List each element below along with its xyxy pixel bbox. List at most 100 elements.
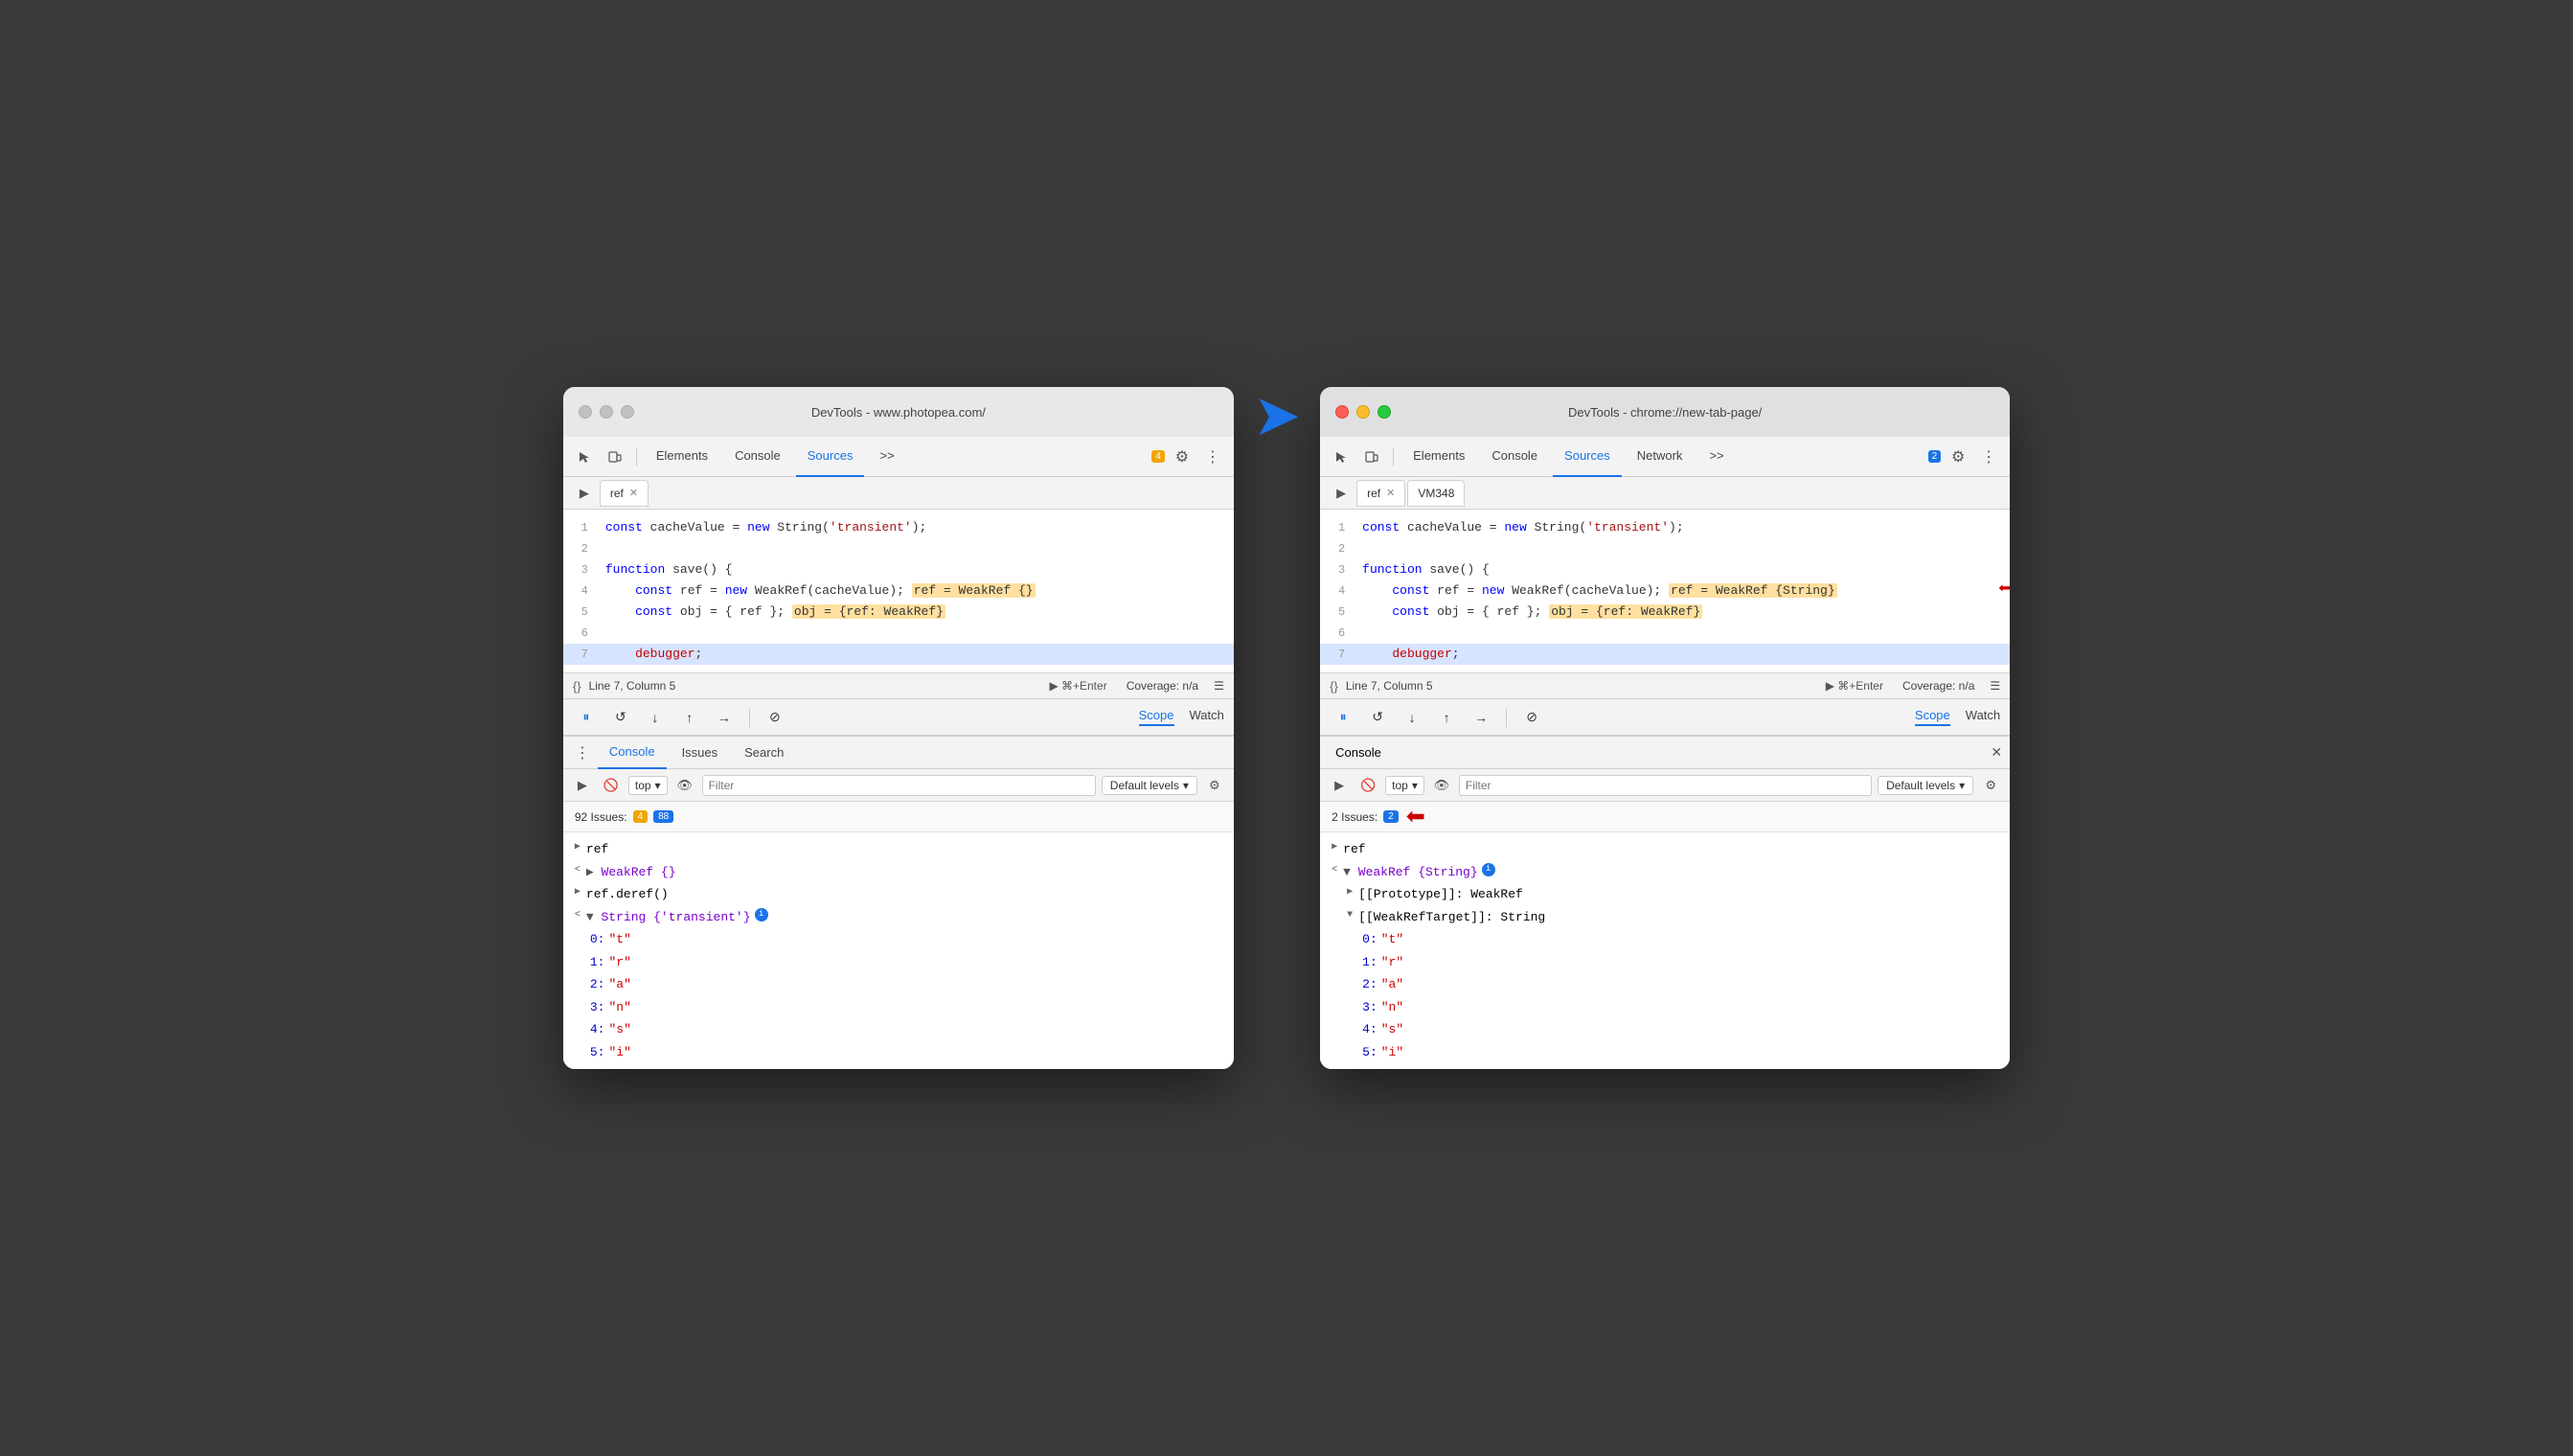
left-tab-sources[interactable]: Sources bbox=[796, 437, 865, 477]
left-deactivate-btn[interactable]: ⊘ bbox=[762, 704, 788, 731]
left-settings-icon[interactable]: ⚙ bbox=[1169, 444, 1195, 470]
left-tab-console[interactable]: Console bbox=[723, 437, 792, 477]
right-console-row-4: ▼ [[WeakRefTarget]]: String bbox=[1335, 906, 2010, 929]
left-bottom-dots[interactable]: ⋮ bbox=[571, 741, 594, 764]
right-tab-more[interactable]: >> bbox=[1697, 437, 1735, 477]
left-eye-icon[interactable]: 👁 bbox=[673, 774, 696, 797]
left-step-out-btn[interactable]: ↑ bbox=[676, 704, 703, 731]
right-settings-icon[interactable]: ⚙ bbox=[1945, 444, 1971, 470]
left-step-into-btn[interactable]: ↓ bbox=[642, 704, 669, 731]
left-cursor-icon[interactable] bbox=[571, 444, 598, 470]
right-console-run-icon[interactable]: ▶ bbox=[1328, 774, 1351, 797]
right-console-row-9: 4: "s" bbox=[1351, 1018, 2010, 1041]
right-close-button[interactable] bbox=[1335, 405, 1349, 419]
right-file-tabs: ▶ ref ✕ VM348 bbox=[1320, 477, 2010, 510]
right-watch-tab[interactable]: Watch bbox=[1966, 708, 2000, 726]
left-device-icon[interactable] bbox=[602, 444, 628, 470]
right-scope-tab[interactable]: Scope bbox=[1915, 708, 1950, 726]
right-vm348-tab[interactable]: VM348 bbox=[1407, 480, 1465, 507]
left-console-settings-icon[interactable]: ⚙ bbox=[1203, 774, 1226, 797]
left-file-tabs: ▶ ref ✕ bbox=[563, 477, 1234, 510]
left-run-coverage[interactable]: ▶ ⌘+Enter bbox=[1049, 679, 1106, 693]
left-console-row-2: < ▶ WeakRef {} bbox=[563, 861, 1234, 884]
left-console-clear-icon[interactable]: 🚫 bbox=[600, 774, 623, 797]
left-tab-more[interactable]: >> bbox=[868, 437, 905, 477]
right-tab-network[interactable]: Network bbox=[1626, 437, 1695, 477]
right-run-coverage[interactable]: ▶ ⌘+Enter bbox=[1826, 679, 1883, 693]
left-top-dropdown[interactable]: top ▾ bbox=[628, 776, 668, 795]
right-tab-console[interactable]: Console bbox=[1480, 437, 1549, 477]
left-filter-input[interactable] bbox=[702, 775, 1096, 796]
right-run-icon[interactable]: ▶ bbox=[1328, 480, 1355, 507]
right-coverage: Coverage: n/a bbox=[1902, 679, 1974, 693]
right-line-col: Line 7, Column 5 bbox=[1346, 679, 1433, 693]
left-levels-dropdown[interactable]: Default levels ▾ bbox=[1102, 776, 1197, 795]
right-main-toolbar: Elements Console Sources Network >> 2 bbox=[1320, 437, 2010, 477]
right-ref-close[interactable]: ✕ bbox=[1386, 487, 1395, 499]
left-console-run-icon[interactable]: ▶ bbox=[571, 774, 594, 797]
left-run-icon[interactable]: ▶ bbox=[571, 480, 598, 507]
right-issues-badge: 2 bbox=[1928, 450, 1942, 463]
right-more-icon[interactable]: ⋮ bbox=[1975, 444, 2002, 470]
right-console-row-6: 1: "r" bbox=[1351, 951, 2010, 974]
right-code-line-6: 6 bbox=[1320, 623, 2010, 644]
right-deactivate-btn[interactable]: ⊘ bbox=[1518, 704, 1545, 731]
right-console-settings-icon[interactable]: ⚙ bbox=[1979, 774, 2002, 797]
right-console-close[interactable]: ✕ bbox=[1991, 744, 2002, 761]
right-tab-elements[interactable]: Elements bbox=[1401, 437, 1476, 477]
right-filter-input[interactable] bbox=[1459, 775, 1872, 796]
right-pause-btn[interactable]: ⏸ bbox=[1330, 704, 1356, 731]
right-status-bar: {} Line 7, Column 5 ▶ ⌘+Enter Coverage: … bbox=[1320, 672, 2010, 699]
right-step-btn[interactable]: → bbox=[1468, 704, 1494, 731]
left-console-row-1: ▶ ref bbox=[563, 838, 1234, 861]
left-tab-elements[interactable]: Elements bbox=[645, 437, 719, 477]
right-scope-tabs: Scope Watch bbox=[1915, 708, 2000, 726]
left-step-btn[interactable]: → bbox=[711, 704, 738, 731]
left-step-over-btn[interactable]: ↺ bbox=[607, 704, 634, 731]
right-step-out-btn[interactable]: ↑ bbox=[1433, 704, 1460, 731]
left-issues-tab[interactable]: Issues bbox=[671, 737, 730, 769]
left-console-row-10: 5: "i" bbox=[579, 1041, 1234, 1064]
left-ref-tab[interactable]: ref ✕ bbox=[600, 480, 649, 507]
right-code-line-4: 4 const ref = new WeakRef(cacheValue); r… bbox=[1320, 580, 2010, 602]
right-maximize-button[interactable] bbox=[1378, 405, 1391, 419]
right-step-over-btn[interactable]: ↺ bbox=[1364, 704, 1391, 731]
left-console-row-4: < ▼ String {'transient'} i bbox=[563, 906, 1234, 929]
right-device-icon[interactable] bbox=[1358, 444, 1385, 470]
left-close-button[interactable] bbox=[579, 405, 592, 419]
left-more-icon[interactable]: ⋮ bbox=[1199, 444, 1226, 470]
left-console-tab[interactable]: Console bbox=[598, 737, 667, 769]
left-format-icon[interactable]: ☰ bbox=[1214, 679, 1224, 693]
right-console-clear-icon[interactable]: 🚫 bbox=[1356, 774, 1379, 797]
right-info-icon[interactable]: i bbox=[1482, 863, 1495, 876]
right-issues-bar: 2 Issues: 2 ⬅ bbox=[1320, 802, 2010, 832]
left-pause-btn[interactable]: ⏸ bbox=[573, 704, 600, 731]
right-console-row-5: 0: "t" bbox=[1351, 928, 2010, 951]
left-ref-close[interactable]: ✕ bbox=[629, 487, 638, 499]
right-cursor-icon[interactable] bbox=[1328, 444, 1355, 470]
right-traffic-lights bbox=[1335, 405, 1391, 419]
right-eye-icon[interactable]: 👁 bbox=[1430, 774, 1453, 797]
right-tab-sources[interactable]: Sources bbox=[1553, 437, 1622, 477]
right-levels-dropdown[interactable]: Default levels ▾ bbox=[1878, 776, 1973, 795]
left-watch-tab[interactable]: Watch bbox=[1190, 708, 1224, 726]
right-step-into-btn[interactable]: ↓ bbox=[1399, 704, 1425, 731]
left-scope-tab[interactable]: Scope bbox=[1139, 708, 1174, 726]
left-console-row-5: 0: "t" bbox=[579, 928, 1234, 951]
left-info-icon[interactable]: i bbox=[755, 908, 768, 921]
right-minimize-button[interactable] bbox=[1356, 405, 1370, 419]
left-search-tab[interactable]: Search bbox=[733, 737, 795, 769]
left-info-badge: 88 bbox=[653, 810, 673, 823]
right-devtools-window: DevTools - chrome://new-tab-page/ Elemen… bbox=[1320, 387, 2010, 1069]
left-main-toolbar: Elements Console Sources >> 4 ⚙ ⋮ bbox=[563, 437, 1234, 477]
left-braces-icon[interactable]: {} bbox=[573, 679, 581, 694]
right-code-line-3: 3 function save() { bbox=[1320, 559, 2010, 580]
right-top-dropdown[interactable]: top ▾ bbox=[1385, 776, 1424, 795]
left-console-row-7: 2: "a" bbox=[579, 973, 1234, 996]
left-minimize-button[interactable] bbox=[600, 405, 613, 419]
left-maximize-button[interactable] bbox=[621, 405, 634, 419]
right-braces-icon[interactable]: {} bbox=[1330, 679, 1338, 694]
right-format-icon[interactable]: ☰ bbox=[1990, 679, 2000, 693]
right-ref-tab[interactable]: ref ✕ bbox=[1356, 480, 1405, 507]
right-console-titlebar: Console ✕ bbox=[1320, 737, 2010, 769]
